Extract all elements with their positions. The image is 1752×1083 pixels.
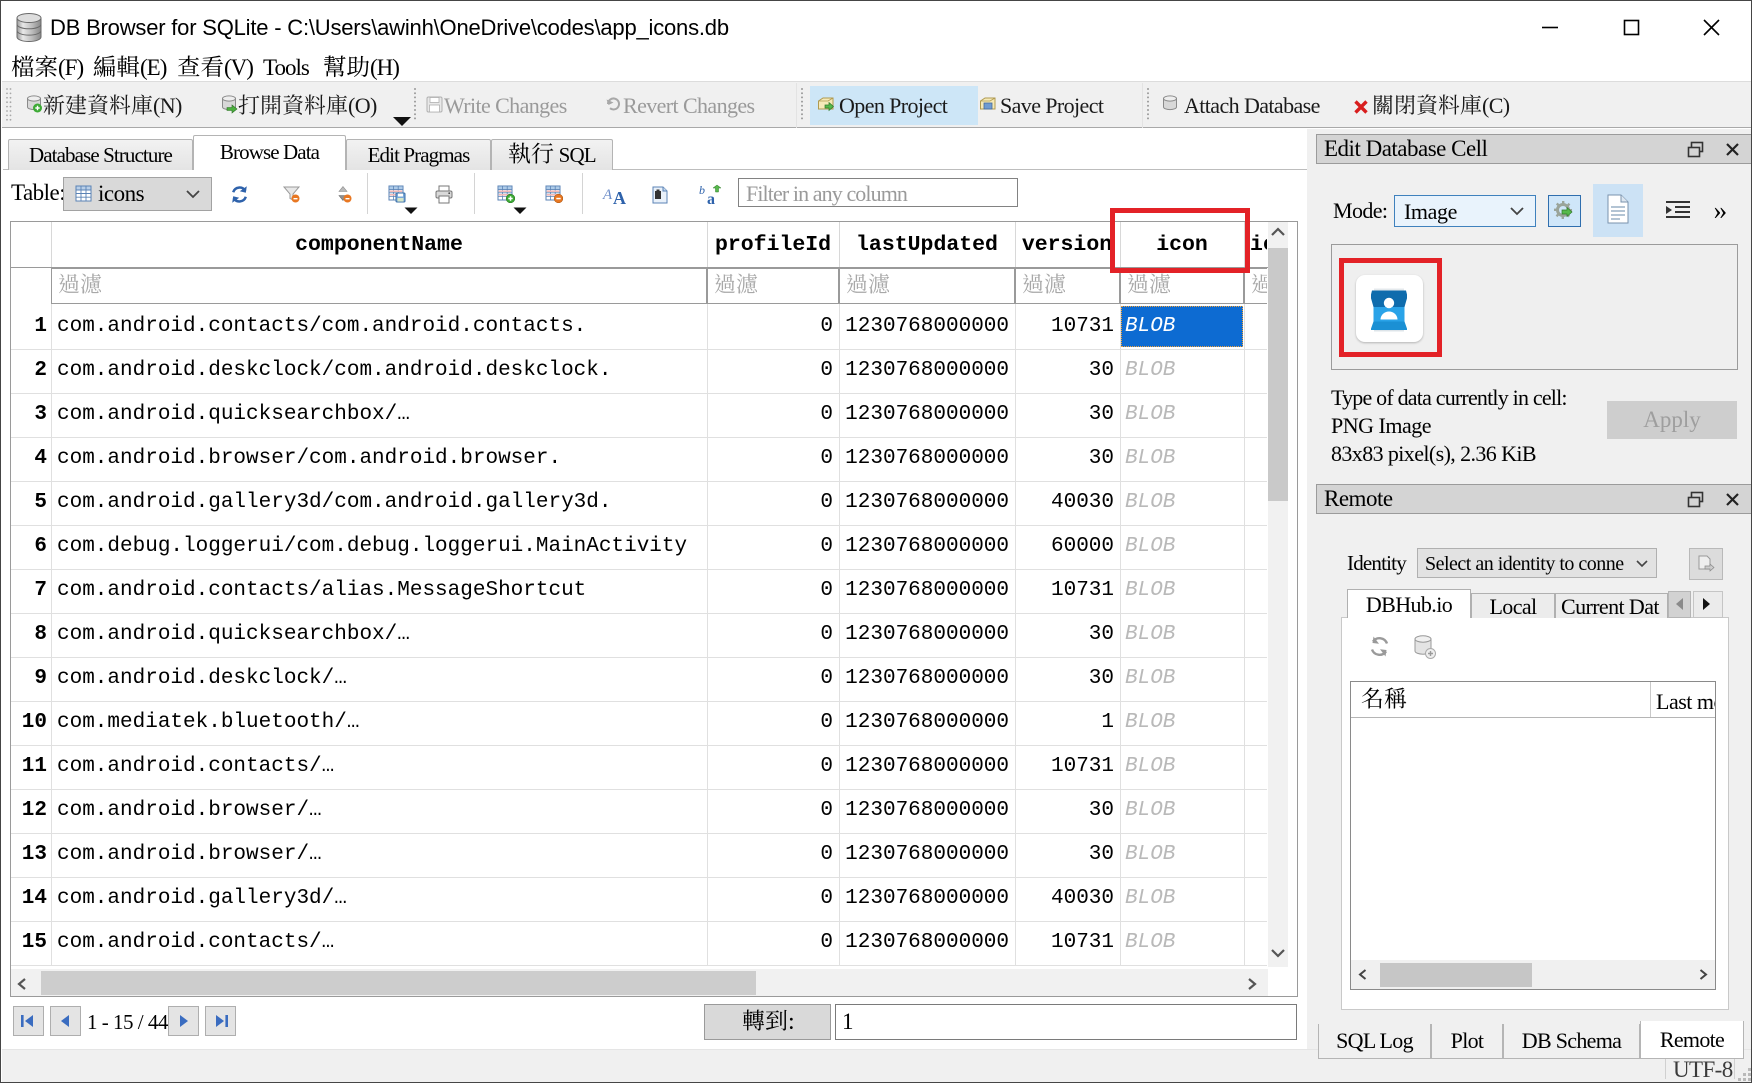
svg-text:b: b — [699, 184, 705, 197]
svg-text:A: A — [613, 188, 626, 206]
svg-text:a: a — [707, 191, 715, 206]
svg-text:A: A — [602, 187, 613, 203]
